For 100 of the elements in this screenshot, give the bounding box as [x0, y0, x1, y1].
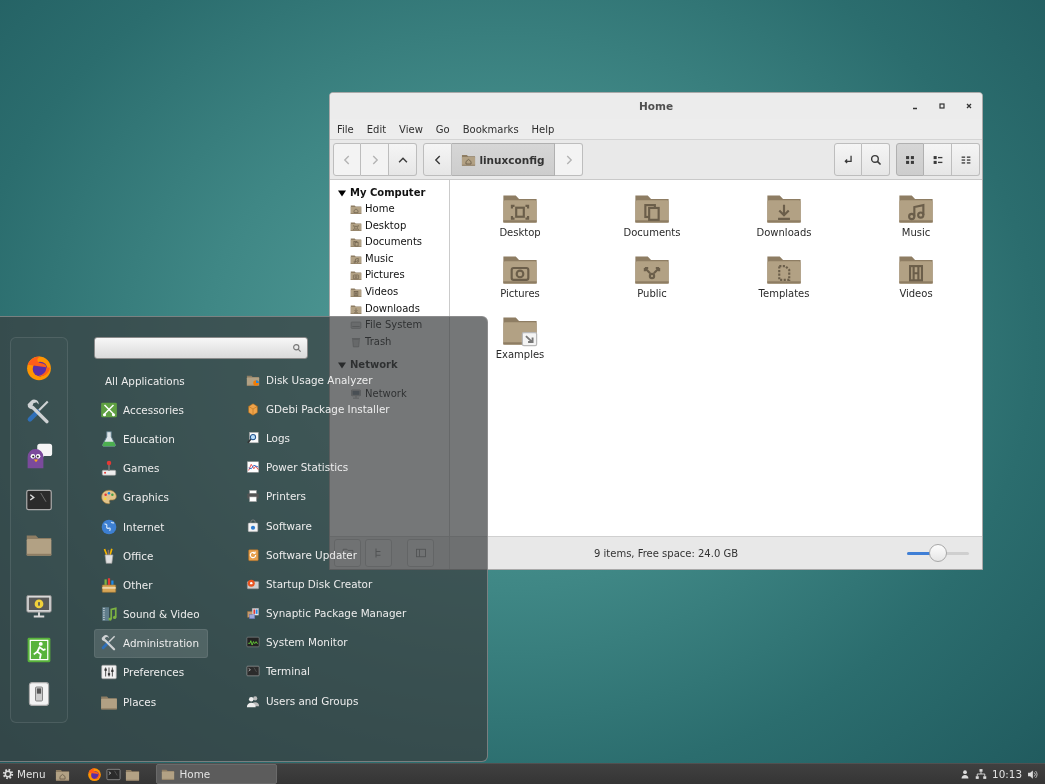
path-crumb[interactable]: linuxconfig	[452, 143, 555, 176]
search-icon	[868, 152, 883, 167]
sidebar-heading: My Computer	[350, 187, 426, 199]
user-icon[interactable]	[960, 769, 971, 779]
monitor-graph-icon	[246, 635, 260, 650]
category-item[interactable]: Internet	[94, 511, 174, 542]
document-magnifier-icon	[246, 430, 260, 445]
sidebar-item[interactable]: Videos	[350, 285, 399, 298]
app-item[interactable]: Logs	[243, 430, 290, 445]
category-item[interactable]: Other	[94, 570, 162, 600]
documents-folder-icon	[350, 236, 362, 249]
music-folder-icon	[350, 252, 362, 265]
close-icon[interactable]	[965, 102, 973, 110]
sidebar-item[interactable]: Documents	[350, 236, 423, 249]
volume-icon[interactable]	[1027, 768, 1038, 780]
terminal-icon[interactable]	[105, 766, 121, 782]
palette-icon	[100, 488, 118, 507]
sidebar-item[interactable]: Desktop	[350, 219, 407, 232]
search-field[interactable]	[94, 337, 308, 359]
folder-item[interactable]: Pictures	[500, 249, 540, 300]
window-button[interactable]: Home	[155, 764, 277, 784]
box-icon	[100, 575, 118, 594]
category-item[interactable]: Graphics	[94, 482, 178, 512]
camera-folder-icon	[350, 269, 362, 282]
icon-view-button[interactable]	[896, 143, 924, 176]
film-note-icon	[100, 605, 118, 624]
folder-item[interactable]: Music	[897, 188, 935, 239]
network-icon[interactable]	[975, 768, 988, 780]
zoom-slider[interactable]	[907, 544, 969, 562]
gear-icon	[2, 768, 14, 780]
category-item[interactable]: Administration	[94, 628, 209, 658]
film-folder-icon	[350, 285, 362, 298]
app-item[interactable]: Power Statistics	[243, 460, 349, 475]
category-item[interactable]: Games	[94, 453, 169, 483]
app-item[interactable]: Software Updater	[243, 547, 357, 562]
app-item[interactable]: System Monitor	[243, 635, 348, 650]
flame-globe-icon[interactable]	[25, 354, 53, 382]
shopping-bag-icon	[246, 518, 260, 533]
status-text: 9 items, Free space: 24.0 GB	[594, 547, 739, 559]
tools-icon	[100, 634, 118, 653]
menu-item[interactable]: Bookmarks	[456, 123, 525, 135]
sidebar-item[interactable]: Home	[350, 203, 395, 215]
folder-item[interactable]: Videos	[897, 249, 935, 300]
scissors-icon	[100, 400, 118, 419]
category-item[interactable]: Education	[94, 424, 184, 454]
expander-icon[interactable]	[338, 189, 346, 197]
sidebar-item[interactable]: Music	[350, 252, 394, 265]
sidebar-item[interactable]: Pictures	[350, 269, 405, 282]
app-item[interactable]: Software	[243, 518, 312, 533]
download-folder-icon	[350, 302, 362, 315]
flask-icon	[100, 429, 118, 448]
sidebar-item[interactable]: Downloads	[350, 302, 420, 315]
home-folder-icon	[461, 152, 477, 167]
exit-icon[interactable]	[25, 636, 53, 664]
app-item[interactable]: Startup Disk Creator	[243, 576, 373, 591]
users-icon	[246, 693, 260, 708]
joystick-icon	[100, 459, 118, 478]
terminal-icon	[246, 664, 260, 679]
sidebar-heading: Network	[350, 359, 398, 372]
printer-icon	[246, 489, 260, 504]
menu-button[interactable]: Menu	[2, 764, 47, 784]
category-item[interactable]: Office	[94, 541, 163, 571]
menu-item[interactable]: Help	[525, 123, 561, 135]
packages-icon	[246, 606, 260, 621]
folder-item[interactable]: Documents	[623, 188, 681, 239]
slider-thumb[interactable]	[929, 544, 947, 562]
window-title: Home	[638, 100, 674, 112]
list-view-button[interactable]	[924, 143, 952, 176]
app-item[interactable]: Terminal	[243, 664, 310, 679]
clock-text[interactable]: 10:13	[992, 768, 1022, 780]
category-item[interactable]: Places	[94, 687, 166, 717]
menu-item[interactable]: Edit	[360, 123, 393, 135]
app-item[interactable]: Printers	[243, 489, 306, 504]
menu-item[interactable]: View	[393, 123, 429, 135]
location-toggle-button[interactable]	[834, 143, 862, 176]
app-item[interactable]: Synaptic Package Manager	[243, 606, 407, 621]
package-icon	[246, 401, 260, 416]
folder-item[interactable]: Desktop	[499, 188, 541, 239]
app-item[interactable]: GDebi Package Installer	[243, 401, 390, 416]
compact-view-button[interactable]	[952, 143, 980, 176]
folder-item[interactable]: Examples	[495, 310, 545, 361]
category-item[interactable]: All Applications	[94, 366, 194, 396]
flame-globe-icon[interactable]	[86, 766, 102, 782]
desktop-folder-icon	[350, 219, 362, 232]
lock-screen-icon[interactable]	[25, 592, 53, 620]
app-item[interactable]: Disk Usage Analyzer	[243, 372, 373, 387]
folder-item[interactable]: Downloads	[756, 188, 812, 239]
category-item[interactable]: Preferences	[94, 657, 194, 688]
menu-item[interactable]: Go	[429, 123, 456, 135]
search-button[interactable]	[862, 143, 890, 176]
folder-item[interactable]: Templates	[758, 249, 810, 300]
menu-item[interactable]: File	[331, 123, 360, 135]
bird-chat-icon[interactable]	[25, 442, 53, 470]
folder-item[interactable]: Public	[633, 249, 671, 300]
search-icon	[292, 343, 302, 353]
maximize-icon[interactable]	[938, 102, 946, 110]
app-item[interactable]: Users and Groups	[243, 693, 359, 708]
folder-icon	[160, 767, 175, 781]
category-item[interactable]: Accessories	[94, 395, 193, 425]
category-item[interactable]: Sound & Video	[94, 599, 209, 629]
